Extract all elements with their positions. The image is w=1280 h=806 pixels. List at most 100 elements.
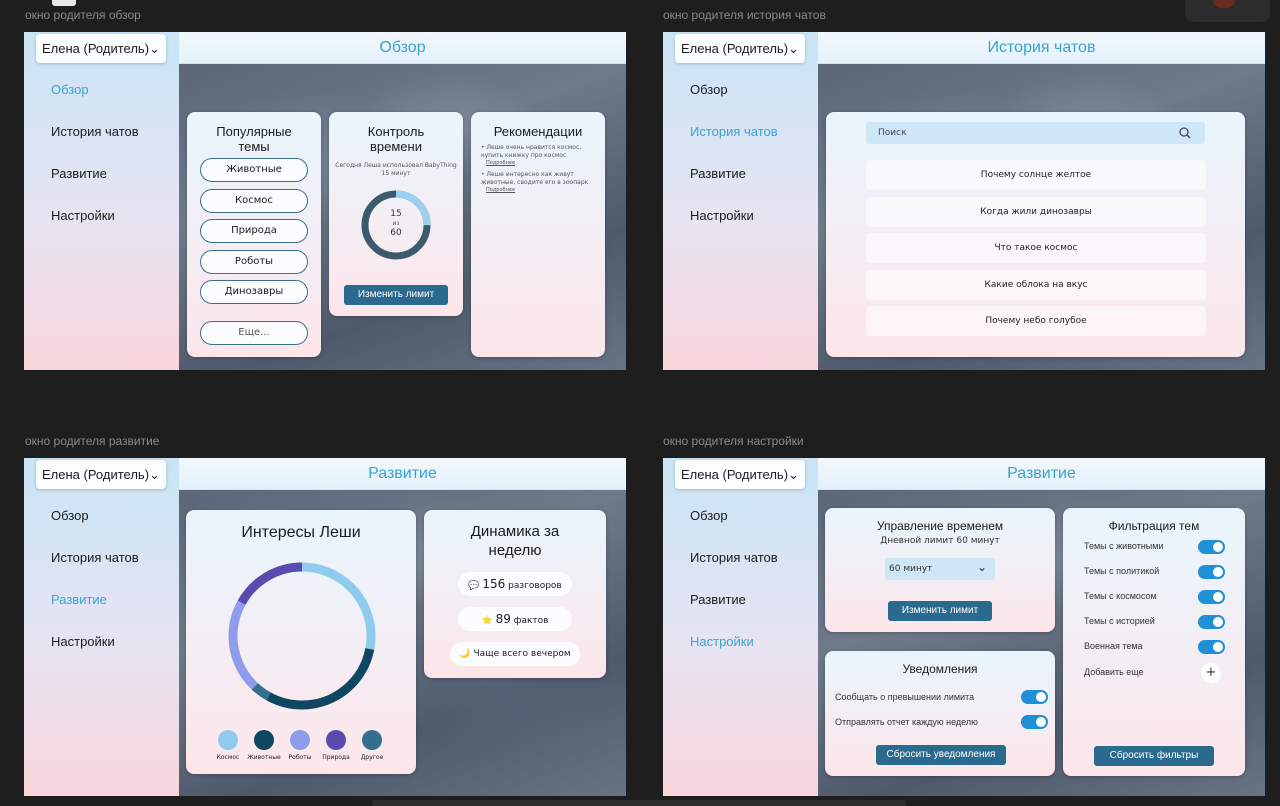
sidebar: Елена (Родитель) ⌄ Обзор История чатов Ра…	[24, 458, 179, 796]
notifications-title: Уведомления	[902, 662, 978, 676]
history-item[interactable]: Почему солнце желтое	[866, 160, 1206, 190]
nav-item-development[interactable]: Развитие	[690, 592, 746, 607]
user-name: Елена (Родитель)	[42, 41, 150, 56]
nav-item-history[interactable]: История чатов	[690, 124, 778, 139]
plus-icon[interactable]: +	[1201, 663, 1221, 683]
time-card: Контроль времени Сегодня Леша использова…	[329, 112, 463, 316]
nav-item-development[interactable]: Развитие	[51, 592, 107, 607]
history-item[interactable]: Когда жили динозавры	[866, 197, 1206, 227]
chevron-down-icon: ⌄	[788, 467, 799, 482]
filters-card: Фильтрация тем Темы с животными Темы с п…	[1063, 508, 1245, 776]
legend-dot	[290, 730, 310, 750]
filter-toggle[interactable]	[1198, 590, 1225, 604]
nav-item-settings[interactable]: Настройки	[690, 634, 754, 649]
user-select[interactable]: Елена (Родитель) ⌄	[36, 460, 166, 489]
user-name: Елена (Родитель)	[681, 41, 789, 56]
daily-limit-text: Дневной лимит 60 минут	[880, 536, 1000, 546]
filter-label: Темы с политикой	[1084, 566, 1160, 576]
recommendation-link[interactable]: Подробнее	[486, 160, 599, 166]
history-item[interactable]: Что такое космос	[866, 233, 1206, 263]
search-placeholder: Поиск	[878, 128, 907, 138]
nav-item-overview[interactable]: Обзор	[51, 508, 89, 523]
page-title: Развитие	[179, 458, 626, 490]
page-title: Обзор	[179, 32, 626, 64]
chevron-down-icon: ⌄	[788, 41, 799, 56]
limit-select-value: 60 минут	[889, 564, 933, 574]
filter-toggle[interactable]	[1198, 565, 1225, 579]
filter-toggle[interactable]	[1198, 615, 1225, 629]
chevron-down-icon: ⌄	[149, 467, 160, 482]
notif-toggle-weekly[interactable]	[1021, 715, 1048, 729]
filter-toggle[interactable]	[1198, 540, 1225, 554]
user-select[interactable]: Елена (Родитель) ⌄	[675, 34, 805, 63]
legend-label: Другое	[360, 754, 384, 761]
filter-toggle[interactable]	[1198, 640, 1225, 654]
notif-label: Сообщать о превышении лимита	[835, 692, 975, 702]
recommendations-title: Рекомендации	[493, 124, 583, 139]
limit-select[interactable]: 60 минут ⌄	[885, 558, 995, 580]
content-area: Управление временем Дневной лимит 60 мин…	[818, 490, 1265, 796]
nav-item-history[interactable]: История чатов	[51, 124, 139, 139]
time-management-title: Управление временем	[876, 519, 1004, 533]
star-icon: ⭐	[481, 616, 493, 626]
nav-item-overview[interactable]: Обзор	[51, 82, 89, 97]
content-area: Поиск Почему солнце желтое Когда жили ди…	[818, 64, 1265, 370]
filter-label: Темы с космосом	[1084, 591, 1157, 601]
frame-label-settings: окно родителя настройки	[663, 434, 804, 448]
user-select[interactable]: Елена (Родитель) ⌄	[36, 34, 166, 63]
topic-pill[interactable]: Роботы	[200, 250, 308, 274]
search-bar[interactable]: Поиск	[866, 122, 1205, 144]
legend-label: Роботы	[288, 754, 312, 761]
nav-item-overview[interactable]: Обзор	[690, 82, 728, 97]
nav-item-history[interactable]: История чатов	[690, 550, 778, 565]
notifications-card: Уведомления Сообщать о превышении лимита…	[825, 651, 1055, 776]
nav-item-overview[interactable]: Обзор	[690, 508, 728, 523]
user-select[interactable]: Елена (Родитель) ⌄	[675, 460, 805, 489]
nav-item-development[interactable]: Развитие	[51, 166, 107, 181]
speech-bubble-icon: 💬	[468, 581, 480, 591]
change-limit-button[interactable]: Изменить лимит	[888, 601, 992, 621]
chevron-down-icon: ⌄	[976, 560, 987, 574]
search-icon	[1179, 127, 1191, 139]
notif-toggle-limit[interactable]	[1021, 690, 1048, 704]
nav-item-history[interactable]: История чатов	[51, 550, 139, 565]
nav-item-settings[interactable]: Настройки	[690, 208, 754, 223]
sidebar: Елена (Родитель) ⌄ Обзор История чатов Ра…	[663, 32, 818, 370]
frame-label-history: окно родителя история чатов	[663, 8, 826, 22]
history-item[interactable]: Почему небо голубое	[866, 306, 1206, 336]
time-limit: 60	[390, 228, 402, 238]
interests-donut-chart	[228, 562, 376, 710]
sidebar: Елена (Родитель) ⌄ Обзор История чатов Ра…	[24, 32, 179, 370]
time-management-card: Управление временем Дневной лимит 60 мин…	[825, 508, 1055, 632]
interests-title: Интересы Леши	[241, 524, 361, 541]
legend-dot	[326, 730, 346, 750]
bottom-scrollbar[interactable]	[372, 800, 906, 806]
recommendation-text: • Леше интересно как живут животные, сво…	[481, 171, 589, 186]
reset-notifications-button[interactable]: Сбросить уведомления	[876, 745, 1006, 765]
history-item[interactable]: Какие облока на вкус	[866, 270, 1206, 300]
time-used: 15	[390, 209, 402, 219]
topics-card: Популярные темы Животные Космос Природа …	[187, 112, 321, 357]
legend-dot	[254, 730, 274, 750]
reset-filters-button[interactable]: Сбросить фильтры	[1094, 746, 1214, 766]
time-title: Контроль времени	[367, 124, 425, 154]
topic-pill[interactable]: Космос	[200, 189, 308, 213]
profile-avatar-icon[interactable]	[1185, 0, 1270, 22]
filter-label: Темы с животными	[1084, 541, 1164, 551]
nav-item-settings[interactable]: Настройки	[51, 634, 115, 649]
frame-label-dev: окно родителя развитие	[25, 434, 160, 448]
topic-pill[interactable]: Природа	[200, 219, 308, 243]
change-limit-button[interactable]: Изменить лимит	[344, 285, 448, 305]
nav-item-settings[interactable]: Настройки	[51, 208, 115, 223]
topic-pill[interactable]: Динозавры	[200, 280, 308, 304]
recommendation-link[interactable]: Подробнее	[486, 187, 599, 193]
nav-item-development[interactable]: Развитие	[690, 166, 746, 181]
topic-pill[interactable]: Животные	[200, 158, 308, 182]
legend-dot	[218, 730, 238, 750]
window-icon[interactable]	[52, 0, 76, 6]
more-topics-button[interactable]: Еще...	[200, 321, 308, 345]
content-area: Интересы Леши Космос Животные Роботы Природ…	[179, 490, 626, 796]
recommendation-text: • Леше очень нравится космос, купить кни…	[481, 144, 582, 159]
weekly-card: Динамика за неделю 💬 156 разговоров ⭐ 89…	[424, 510, 606, 678]
legend-label: Космос	[216, 754, 240, 761]
